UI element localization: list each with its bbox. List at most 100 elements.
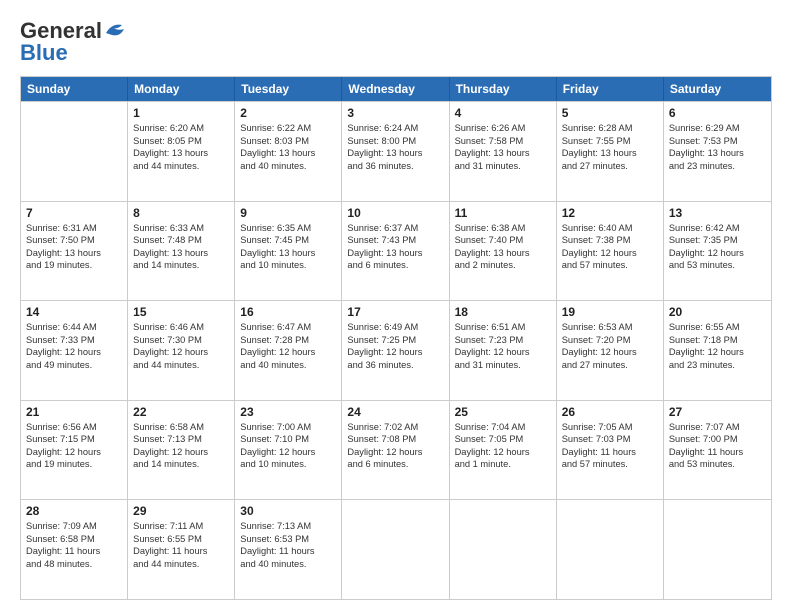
cell-line: Sunrise: 7:09 AM <box>26 520 122 533</box>
cell-line: and 23 minutes. <box>669 160 766 173</box>
calendar-cell-9: 9Sunrise: 6:35 AMSunset: 7:45 PMDaylight… <box>235 202 342 301</box>
cell-line: Sunrise: 6:38 AM <box>455 222 551 235</box>
cell-line: Daylight: 13 hours <box>240 247 336 260</box>
cell-line: Sunrise: 6:29 AM <box>669 122 766 135</box>
cell-line: and 19 minutes. <box>26 259 122 272</box>
cell-line: Daylight: 13 hours <box>455 247 551 260</box>
cell-line: Daylight: 13 hours <box>26 247 122 260</box>
cell-line: Sunset: 7:28 PM <box>240 334 336 347</box>
cell-line: Sunset: 7:38 PM <box>562 234 658 247</box>
cell-line: Sunset: 7:35 PM <box>669 234 766 247</box>
cell-line: and 6 minutes. <box>347 458 443 471</box>
calendar-row-0: 1Sunrise: 6:20 AMSunset: 8:05 PMDaylight… <box>21 101 771 201</box>
cell-line: and 44 minutes. <box>133 359 229 372</box>
cell-line: Sunset: 7:18 PM <box>669 334 766 347</box>
cell-line: and 10 minutes. <box>240 458 336 471</box>
cell-line: Daylight: 11 hours <box>240 545 336 558</box>
cell-line: Sunrise: 7:04 AM <box>455 421 551 434</box>
calendar-cell-12: 12Sunrise: 6:40 AMSunset: 7:38 PMDayligh… <box>557 202 664 301</box>
cell-line: Sunrise: 6:26 AM <box>455 122 551 135</box>
cell-line: Daylight: 13 hours <box>562 147 658 160</box>
header-day-tuesday: Tuesday <box>235 77 342 101</box>
day-number: 10 <box>347 206 443 220</box>
day-number: 16 <box>240 305 336 319</box>
day-number: 18 <box>455 305 551 319</box>
cell-line: Sunset: 7:25 PM <box>347 334 443 347</box>
cell-line: Sunset: 7:10 PM <box>240 433 336 446</box>
cell-line: Daylight: 12 hours <box>240 346 336 359</box>
cell-line: Daylight: 12 hours <box>240 446 336 459</box>
cell-line: and 40 minutes. <box>240 359 336 372</box>
cell-line: Daylight: 12 hours <box>562 247 658 260</box>
day-number: 17 <box>347 305 443 319</box>
day-number: 12 <box>562 206 658 220</box>
cell-line: Daylight: 11 hours <box>562 446 658 459</box>
cell-line: Sunrise: 6:42 AM <box>669 222 766 235</box>
calendar-cell-25: 25Sunrise: 7:04 AMSunset: 7:05 PMDayligh… <box>450 401 557 500</box>
cell-line: Daylight: 13 hours <box>347 247 443 260</box>
cell-line: Sunrise: 7:05 AM <box>562 421 658 434</box>
cell-line: and 14 minutes. <box>133 259 229 272</box>
cell-line: Sunset: 7:53 PM <box>669 135 766 148</box>
cell-line: Sunset: 7:50 PM <box>26 234 122 247</box>
calendar-cell-4: 4Sunrise: 6:26 AMSunset: 7:58 PMDaylight… <box>450 102 557 201</box>
calendar-cell-11: 11 Sunrise: 6:38 AMSunset: 7:40 PMDayligh… <box>450 202 557 301</box>
cell-line: and 1 minute. <box>455 458 551 471</box>
cell-line: Daylight: 12 hours <box>455 446 551 459</box>
cell-line: Sunset: 6:55 PM <box>133 533 229 546</box>
page: General Blue SundayMondayTuesdayWednesda… <box>0 0 792 612</box>
cell-line: Sunrise: 7:11 AM <box>133 520 229 533</box>
logo-blue: Blue <box>20 40 68 66</box>
calendar-header: SundayMondayTuesdayWednesdayThursdayFrid… <box>21 77 771 101</box>
cell-line: Sunset: 7:05 PM <box>455 433 551 446</box>
cell-line: Sunset: 7:48 PM <box>133 234 229 247</box>
calendar-row-2: 14 Sunrise: 6:44 AMSunset: 7:33 PM Dayligh… <box>21 300 771 400</box>
cell-line: and 57 minutes. <box>562 458 658 471</box>
cell-line: Sunrise: 6:44 AM <box>26 321 122 334</box>
header-day-friday: Friday <box>557 77 664 101</box>
day-number: 6 <box>669 106 766 120</box>
header-day-sunday: Sunday <box>21 77 128 101</box>
cell-line: Sunset: 7:33 PM <box>26 334 122 347</box>
calendar-row-4: 28Sunrise: 7:09 AMSunset: 6:58 PMDayligh… <box>21 499 771 599</box>
calendar-cell-26: 26Sunrise: 7:05 AMSunset: 7:03 PMDayligh… <box>557 401 664 500</box>
cell-line: Sunrise: 6:46 AM <box>133 321 229 334</box>
cell-line: and 36 minutes. <box>347 160 443 173</box>
calendar-cell-empty-4-3 <box>342 500 449 599</box>
calendar-cell-3: 3Sunrise: 6:24 AMSunset: 8:00 PMDaylight… <box>342 102 449 201</box>
calendar-cell-16: 16Sunrise: 6:47 AMSunset: 7:28 PMDayligh… <box>235 301 342 400</box>
day-number: 9 <box>240 206 336 220</box>
cell-line: Daylight: 12 hours <box>669 346 766 359</box>
header-day-monday: Monday <box>128 77 235 101</box>
cell-line: and 31 minutes. <box>455 160 551 173</box>
calendar-cell-empty-4-4 <box>450 500 557 599</box>
cell-line: Daylight: 12 hours <box>133 446 229 459</box>
cell-line: Daylight: 13 hours <box>455 147 551 160</box>
calendar-cell-18: 18Sunrise: 6:51 AMSunset: 7:23 PMDayligh… <box>450 301 557 400</box>
day-number: 8 <box>133 206 229 220</box>
cell-line: and 10 minutes. <box>240 259 336 272</box>
day-number: 2 <box>240 106 336 120</box>
day-number: 7 <box>26 206 122 220</box>
day-number: 11 <box>455 206 551 220</box>
calendar-cell-15: 15Sunrise: 6:46 AMSunset: 7:30 PMDayligh… <box>128 301 235 400</box>
cell-line: Daylight: 12 hours <box>455 346 551 359</box>
cell-line: Sunrise: 6:51 AM <box>455 321 551 334</box>
calendar-cell-23: 23Sunrise: 7:00 AMSunset: 7:10 PMDayligh… <box>235 401 342 500</box>
cell-line: Daylight: 13 hours <box>669 147 766 160</box>
cell-line: and 6 minutes. <box>347 259 443 272</box>
calendar-cell-6: 6 Sunrise: 6:29 AMSunset: 7:53 PMDaylight… <box>664 102 771 201</box>
header-day-saturday: Saturday <box>664 77 771 101</box>
day-number: 13 <box>669 206 766 220</box>
cell-line: and 49 minutes. <box>26 359 122 372</box>
day-number: 22 <box>133 405 229 419</box>
day-number: 14 <box>26 305 122 319</box>
day-number: 1 <box>133 106 229 120</box>
cell-line: Daylight: 13 hours <box>240 147 336 160</box>
calendar-cell-17: 17Sunrise: 6:49 AMSunset: 7:25 PMDayligh… <box>342 301 449 400</box>
cell-line: and 23 minutes. <box>669 359 766 372</box>
cell-line: Daylight: 12 hours <box>669 247 766 260</box>
calendar-cell-19: 19Sunrise: 6:53 AMSunset: 7:20 PMDayligh… <box>557 301 664 400</box>
cell-line: Sunset: 7:40 PM <box>455 234 551 247</box>
cell-line: Daylight: 12 hours <box>26 446 122 459</box>
